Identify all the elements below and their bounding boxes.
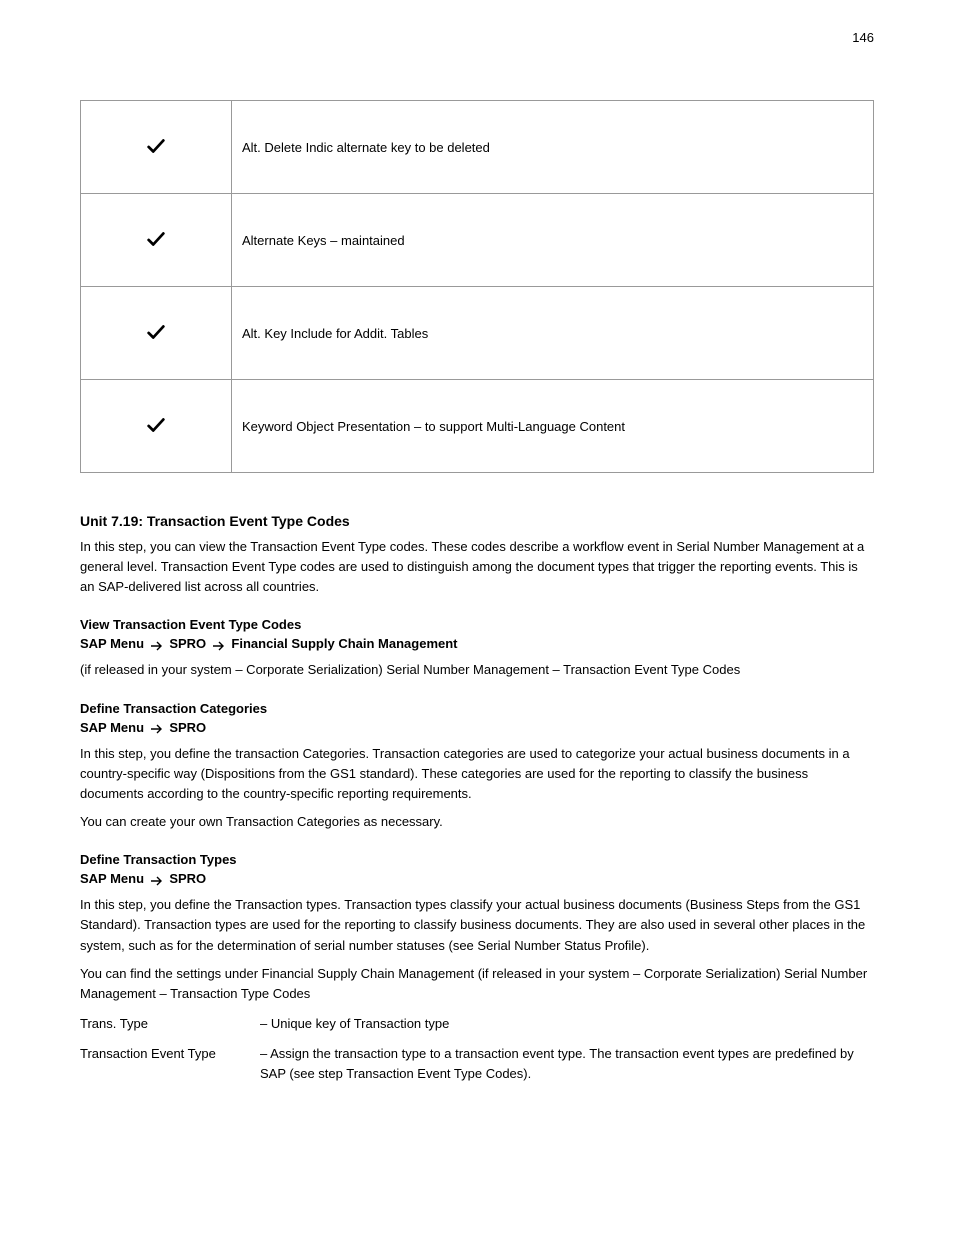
checklist-table: Alt. Delete Indic alternate key to be de… — [80, 100, 874, 473]
table-cell-text: Keyword Object Presentation – to support… — [232, 380, 874, 473]
table-row: Keyword Object Presentation – to support… — [81, 380, 874, 473]
subheading: Define Transaction Categories — [80, 701, 874, 716]
nav-segment: Financial Supply Chain Management — [231, 636, 457, 651]
paragraph: In this step, you define the Transaction… — [80, 895, 874, 955]
subheading: View Transaction Event Type Codes — [80, 617, 874, 632]
nav-prefix: SAP Menu — [80, 636, 144, 651]
arrow-right-icon — [213, 637, 225, 652]
table-cell-text: Alt. Key Include for Addit. Tables — [232, 287, 874, 380]
nav-prefix: SAP Menu — [80, 871, 144, 886]
field-label: Trans. Type — [80, 1014, 260, 1034]
nav-segment: SPRO — [169, 871, 206, 886]
check-icon — [145, 135, 167, 157]
unit-heading: Unit 7.19: Transaction Event Type Codes — [80, 513, 874, 529]
subheading: Define Transaction Types — [80, 852, 874, 867]
nav-segment: SPRO — [169, 720, 206, 735]
field-label: Transaction Event Type — [80, 1044, 260, 1084]
paragraph: In this step, you define the transaction… — [80, 744, 874, 804]
nav-path: SAP Menu SPRO Financial Supply Chain Man… — [80, 636, 874, 652]
check-icon — [145, 228, 167, 250]
table-cell-text: Alternate Keys – maintained — [232, 194, 874, 287]
nav-path: SAP Menu SPRO — [80, 871, 874, 887]
table-row: Alt. Key Include for Addit. Tables — [81, 287, 874, 380]
check-icon — [145, 321, 167, 343]
field-row: Trans. Type – Unique key of Transaction … — [80, 1014, 874, 1034]
field-desc: – Assign the transaction type to a trans… — [260, 1044, 874, 1084]
arrow-right-icon — [151, 721, 163, 736]
field-row: Transaction Event Type – Assign the tran… — [80, 1044, 874, 1084]
table-row: Alt. Delete Indic alternate key to be de… — [81, 101, 874, 194]
unit-intro: In this step, you can view the Transacti… — [80, 537, 874, 597]
paragraph: You can find the settings under Financia… — [80, 964, 874, 1004]
field-desc: – Unique key of Transaction type — [260, 1014, 874, 1034]
paragraph: You can create your own Transaction Cate… — [80, 812, 874, 832]
paragraph: (if released in your system – Corporate … — [80, 660, 874, 680]
nav-prefix: SAP Menu — [80, 720, 144, 735]
arrow-right-icon — [151, 637, 163, 652]
nav-segment: SPRO — [169, 636, 206, 651]
page-number: 146 — [852, 30, 874, 45]
table-row: Alternate Keys – maintained — [81, 194, 874, 287]
arrow-right-icon — [151, 872, 163, 887]
table-cell-text: Alt. Delete Indic alternate key to be de… — [232, 101, 874, 194]
check-icon — [145, 414, 167, 436]
nav-path: SAP Menu SPRO — [80, 720, 874, 736]
